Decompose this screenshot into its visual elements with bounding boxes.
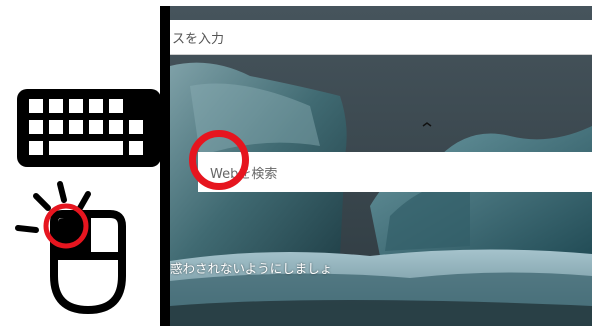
browser-window: スを入力 Webを検索 惑わされないようにしましょ bbox=[160, 0, 592, 326]
address-bar[interactable]: スを入力 bbox=[170, 20, 592, 55]
web-search-input[interactable]: Webを検索 bbox=[198, 152, 592, 192]
keyboard-icon bbox=[14, 86, 164, 170]
click-highlight-ring bbox=[189, 130, 249, 190]
mouse-icon bbox=[14, 180, 144, 320]
address-bar-placeholder: スを入力 bbox=[172, 31, 225, 47]
background-caption: 惑わされないようにしましょ bbox=[170, 261, 333, 276]
